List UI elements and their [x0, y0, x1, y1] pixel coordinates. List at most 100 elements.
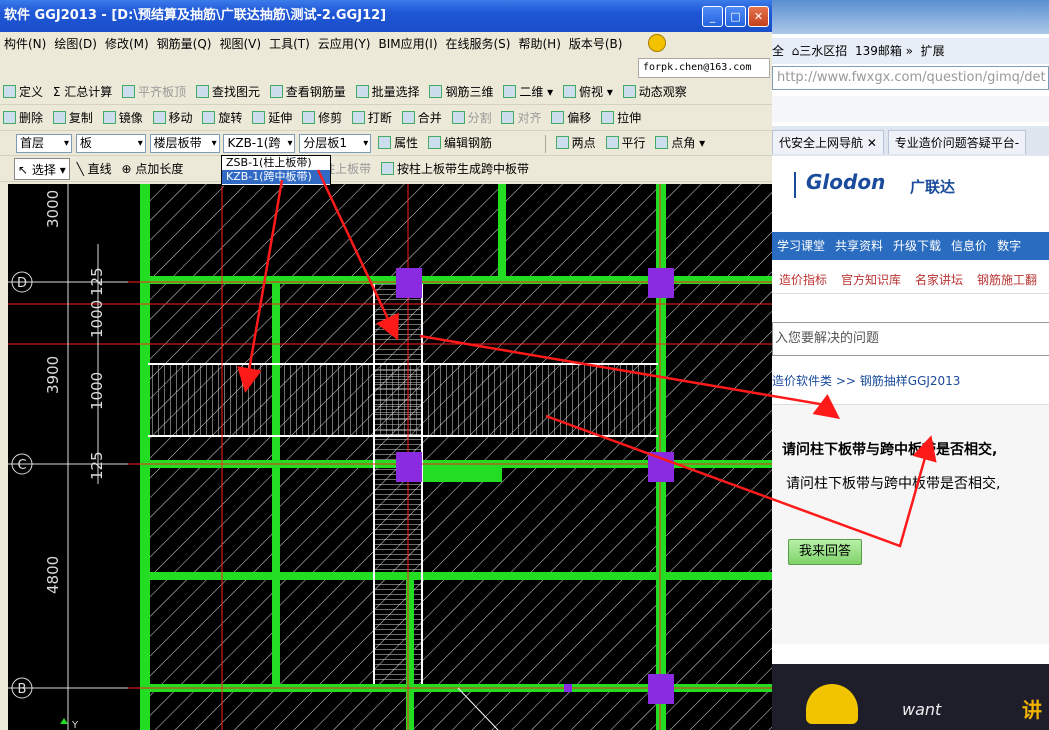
view-rebar-button[interactable]: 查看钢筋量 [267, 81, 349, 103]
menu-help[interactable]: 帮助(H) [514, 32, 564, 56]
component-select[interactable]: KZB-1(跨 [223, 134, 296, 153]
floor-select[interactable]: 首层 [16, 134, 72, 153]
subnav-item[interactable]: 造价指标 [779, 273, 827, 287]
menu-modify[interactable]: 修改(M) [101, 32, 153, 56]
break-button[interactable]: 打断 [349, 107, 395, 129]
sigma-icon: Σ [52, 85, 65, 99]
define-button[interactable]: 定义 [0, 81, 46, 103]
move-button[interactable]: 移动 [150, 107, 196, 129]
menu-component[interactable]: 构件(N) [0, 32, 50, 56]
rotate-button[interactable]: 旋转 [199, 107, 245, 129]
subnav-item[interactable]: 名家讲坛 [915, 273, 963, 287]
extend-button[interactable]: 延伸 [249, 107, 295, 129]
dropdown-option-selected[interactable]: KZB-1(跨中板带) [222, 170, 330, 184]
dim-3900: 3900 [44, 356, 62, 394]
toolbar-component: 首层 板 楼层板带 KZB-1(跨 分层板1 属性 编辑钢筋 两点 平行 点角 … [0, 131, 772, 156]
delete-button[interactable]: 删除 [0, 107, 46, 129]
nav-item[interactable]: 学习课堂 [777, 239, 825, 253]
minimize-button[interactable]: _ [702, 6, 723, 27]
point-angle-button[interactable]: 点角 ▾ [652, 132, 708, 154]
close-tab-icon[interactable]: ✕ [867, 136, 877, 150]
mirror-button[interactable]: 镜像 [100, 107, 146, 129]
subnav-item[interactable]: 官方知识库 [841, 273, 901, 287]
fav-item[interactable]: 139邮箱 [855, 44, 902, 58]
toolbar-main: 定义 Σ 汇总计算 平齐板顶 查找图元 查看钢筋量 批量选择 钢筋三维 二维 ▾… [0, 80, 772, 105]
screen: 软件 GGJ2013 - [D:\预结算及抽筋\广联达抽筋\测试-2.GGJ12… [0, 0, 1049, 730]
question-body: 请问柱下板带与跨中板带是否相交, [786, 476, 1001, 492]
window-title: 软件 GGJ2013 - [D:\预结算及抽筋\广联达抽筋\测试-2.GGJ12… [0, 0, 772, 32]
menu-tools[interactable]: 工具(T) [265, 32, 314, 56]
gen-middle-strip-button[interactable]: 按柱上板带生成跨中板带 [378, 158, 532, 180]
address-bar[interactable]: http://www.fwxgx.com/question/gimq/det [772, 66, 1049, 90]
answer-button[interactable]: 我来回答 [788, 539, 862, 565]
dropdown-option[interactable]: ZSB-1(柱上板带) [222, 156, 330, 170]
nav-item[interactable]: 数字 [997, 239, 1021, 253]
define-icon [3, 85, 16, 98]
point-length-icon: ⊕ [121, 162, 136, 176]
point-angle-icon [655, 136, 669, 149]
menu-view[interactable]: 视图(V) [215, 32, 265, 56]
grid-icon [355, 85, 369, 98]
vertical-ruler [0, 184, 8, 730]
merge-button[interactable]: 合并 [399, 107, 445, 129]
parallel-button[interactable]: 平行 [603, 132, 649, 154]
type-select[interactable]: 板 [75, 134, 146, 153]
nav-item[interactable]: 升级下载 [893, 239, 941, 253]
split-button[interactable]: 分割 [449, 107, 495, 129]
cad-canvas[interactable]: D C B 3000 3900 4800 1000 1000 125 125 Y [8, 184, 772, 730]
menu-online[interactable]: 在线服务(S) [442, 32, 515, 56]
batch-select-button[interactable]: 批量选择 [353, 81, 423, 103]
cube-icon [429, 85, 443, 98]
offset-button[interactable]: 偏移 [548, 107, 594, 129]
two-points-button[interactable]: 两点 [553, 132, 599, 154]
align-top-button[interactable]: 平齐板顶 [119, 81, 189, 103]
trim-button[interactable]: 修剪 [299, 107, 345, 129]
layer-select[interactable]: 分层板1 [299, 134, 372, 153]
dim-125-b: 125 [88, 451, 106, 480]
fav-item[interactable]: 三水区招 [799, 44, 847, 58]
top-view-select[interactable]: 俯视 ▾ [560, 81, 616, 103]
copy-button[interactable]: 复制 [50, 107, 96, 129]
question-search-input[interactable]: 入您要解决的问题 [772, 322, 1049, 356]
view-2d-select[interactable]: 二维 ▾ [500, 81, 556, 103]
ucs-icon: Y [60, 718, 79, 730]
account-email[interactable]: forpk.chen@163.com [638, 58, 770, 78]
site-subnav: 造价指标 官方知识库 名家讲坛 钢筋施工翻 [772, 266, 1049, 294]
menu-bim[interactable]: BIM应用(I) [374, 32, 441, 56]
browser-tab[interactable]: 代安全上网导航 ✕ [772, 130, 884, 154]
maximize-button[interactable]: □ [725, 6, 746, 27]
ad-banner[interactable]: want 讲 [772, 664, 1049, 730]
nav-item[interactable]: 共享资料 [835, 239, 883, 253]
orbit-button[interactable]: 动态观察 [620, 81, 690, 103]
point-length-tool[interactable]: ⊕ 点加长度 [118, 158, 186, 180]
smiley-icon[interactable] [648, 34, 666, 52]
browser-tab-active[interactable]: 专业造价问题答疑平台- [887, 130, 1027, 154]
subnav-item[interactable]: 钢筋施工翻 [977, 273, 1037, 287]
properties-button[interactable]: 属性 [375, 132, 421, 154]
rebar-3d-button[interactable]: 钢筋三维 [426, 81, 496, 103]
find-element-button[interactable]: 查找图元 [193, 81, 263, 103]
orbit-icon [622, 85, 636, 98]
menu-draw[interactable]: 绘图(D) [50, 32, 101, 56]
bookmark-strip [772, 96, 1049, 122]
category-select[interactable]: 楼层板带 [149, 134, 220, 153]
summary-calc-button[interactable]: Σ 汇总计算 [50, 81, 115, 103]
cad-drawing[interactable]: D C B 3000 3900 4800 1000 1000 125 125 Y [8, 184, 772, 730]
edit-rebar-button[interactable]: 编辑钢筋 [425, 132, 495, 154]
breadcrumb-item[interactable]: 钢筋抽样GGJ2013 [860, 374, 961, 388]
select-tool[interactable]: ↖ 选择 ▾ [14, 158, 70, 180]
dim-4800: 4800 [44, 556, 62, 594]
menu-version[interactable]: 版本号(B) [565, 32, 627, 56]
stretch-button[interactable]: 拉伸 [598, 107, 644, 129]
question-title: 请问柱下板带与跨中板带是否相交, [782, 442, 998, 458]
align-button[interactable]: 对齐 [498, 107, 544, 129]
line-tool[interactable]: ╲ 直线 [74, 158, 115, 180]
close-button[interactable]: ✕ [748, 6, 769, 27]
menu-cloud[interactable]: 云应用(Y) [314, 32, 375, 56]
fav-item[interactable]: 扩展 [921, 44, 945, 58]
fav-item[interactable]: 全 [772, 44, 784, 58]
axis-label-b: B [18, 682, 27, 697]
breadcrumb-item[interactable]: 造价软件类 [772, 374, 832, 388]
nav-item[interactable]: 信息价 [951, 239, 987, 253]
menu-rebar[interactable]: 钢筋量(Q) [153, 32, 216, 56]
